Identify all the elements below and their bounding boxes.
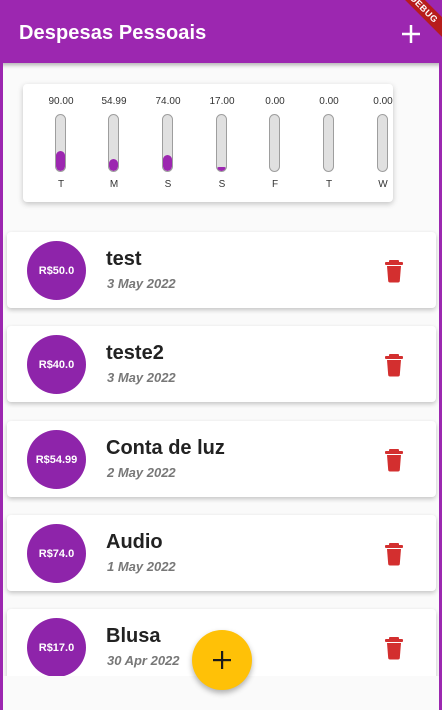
trash-icon	[385, 449, 403, 472]
bar-track	[216, 114, 227, 172]
bar-fill	[109, 159, 118, 171]
bar-track	[269, 114, 280, 172]
bar-fill	[56, 151, 65, 171]
delete-button[interactable]	[383, 542, 405, 566]
bar-day-label: F	[271, 179, 279, 190]
bar-value: 74.00	[155, 96, 181, 107]
delete-button[interactable]	[383, 353, 405, 377]
bar-track	[162, 114, 173, 172]
bar-day-label: T	[57, 179, 65, 190]
transaction-title: Audio	[106, 531, 163, 553]
chart-bar: 90.00 T	[38, 84, 84, 202]
bar-day-label: S	[218, 179, 226, 190]
amount-avatar: R$50.0	[27, 241, 86, 300]
trash-icon	[385, 354, 403, 377]
app-bar: Despesas Pessoais	[0, 0, 442, 63]
bar-value: 0.00	[265, 96, 285, 107]
trash-icon	[385, 637, 403, 660]
amount-avatar: R$74.0	[27, 524, 86, 583]
bar-track	[377, 114, 388, 172]
chart-bar: 74.00 S	[145, 84, 191, 202]
delete-button[interactable]	[383, 448, 405, 472]
bar-value: 17.00	[209, 96, 235, 107]
amount-avatar: R$17.0	[27, 618, 86, 677]
transaction-title: test	[106, 248, 142, 270]
transaction-date: 3 May 2022	[107, 370, 176, 385]
transaction-item: R$40.0 teste2 3 May 2022	[7, 326, 436, 402]
bar-day-label: T	[325, 179, 333, 190]
transaction-date: 1 May 2022	[107, 559, 176, 574]
bar-value: 54.99	[101, 96, 127, 107]
transaction-title: Conta de luz	[106, 437, 225, 459]
bar-value: 0.00	[373, 96, 393, 107]
bar-value: 90.00	[48, 96, 74, 107]
chart-bar: 17.00 S	[199, 84, 245, 202]
bar-value: 0.00	[319, 96, 339, 107]
weekly-chart: 90.00 T 54.99 M 74.00 S 17.00 S 0.00 F 0…	[23, 84, 393, 202]
bar-fill	[217, 167, 226, 171]
page-title: Despesas Pessoais	[19, 22, 207, 44]
bar-track	[108, 114, 119, 172]
bar-fill	[163, 154, 172, 171]
amount-avatar: R$54.99	[27, 430, 86, 489]
transaction-item: R$50.0 test 3 May 2022	[7, 232, 436, 308]
trash-icon	[385, 260, 403, 283]
bar-day-label: M	[109, 179, 119, 190]
chart-bar: 0.00 F	[252, 84, 298, 202]
amount-avatar: R$40.0	[27, 335, 86, 394]
bar-day-label: S	[164, 179, 172, 190]
chart-bar: 0.00 T	[306, 84, 352, 202]
add-transaction-button[interactable]	[396, 19, 426, 49]
bar-day-label: W	[378, 179, 388, 190]
plus-icon	[213, 651, 231, 669]
transaction-date: 2 May 2022	[107, 465, 176, 480]
transaction-item: R$74.0 Audio 1 May 2022	[7, 515, 436, 591]
plus-icon	[402, 24, 420, 43]
trash-icon	[385, 543, 403, 566]
chart-bar: 0.00 W	[360, 84, 406, 202]
transaction-item: R$54.99 Conta de luz 2 May 2022	[7, 421, 436, 497]
transaction-title: Blusa	[106, 625, 161, 647]
delete-button[interactable]	[383, 636, 405, 660]
transaction-date: 3 May 2022	[107, 276, 176, 291]
floating-add-button[interactable]	[192, 630, 252, 690]
bar-track	[323, 114, 334, 172]
transaction-date: 30 Apr 2022	[107, 653, 180, 668]
delete-button[interactable]	[383, 259, 405, 283]
transaction-title: teste2	[106, 342, 164, 364]
chart-bar: 54.99 M	[91, 84, 137, 202]
bar-track	[55, 114, 66, 172]
